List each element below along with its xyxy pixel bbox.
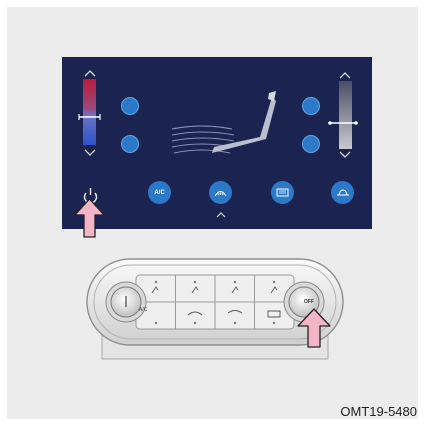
recirculation-icon [336, 188, 349, 195]
left-temp-down-button[interactable] [84, 149, 96, 156]
figure-caption: OMT19-5480 [340, 404, 417, 419]
right-foot-vent-button[interactable] [302, 135, 320, 153]
front-defrost-icon [214, 190, 227, 196]
pointer-arrow-off [297, 308, 331, 348]
seat-icon [212, 91, 276, 153]
left-temp-up-button[interactable] [84, 70, 96, 77]
right-temp-down-button[interactable] [339, 151, 351, 158]
rear-defrost-button[interactable] [271, 181, 294, 204]
left-face-vent-button[interactable] [121, 97, 139, 115]
right-temperature-bar[interactable] [339, 81, 352, 149]
rear-defrost-icon [276, 188, 289, 196]
pointer-arrow-power [74, 198, 105, 238]
caret-up-icon [216, 212, 226, 218]
front-defrost-button[interactable] [209, 181, 232, 204]
right-face-vent-button[interactable] [302, 97, 320, 115]
recirculation-button[interactable] [331, 181, 354, 204]
left-foot-vent-button[interactable] [121, 135, 139, 153]
ac-button[interactable]: A/C [148, 181, 171, 204]
right-temp-up-button[interactable] [339, 72, 351, 79]
temperature-knob[interactable] [112, 288, 144, 318]
ac-label: A/C [154, 189, 165, 196]
left-temperature-bar[interactable] [83, 79, 96, 145]
figure: A/C A/C OFF OMT19-5480 [0, 0, 426, 427]
